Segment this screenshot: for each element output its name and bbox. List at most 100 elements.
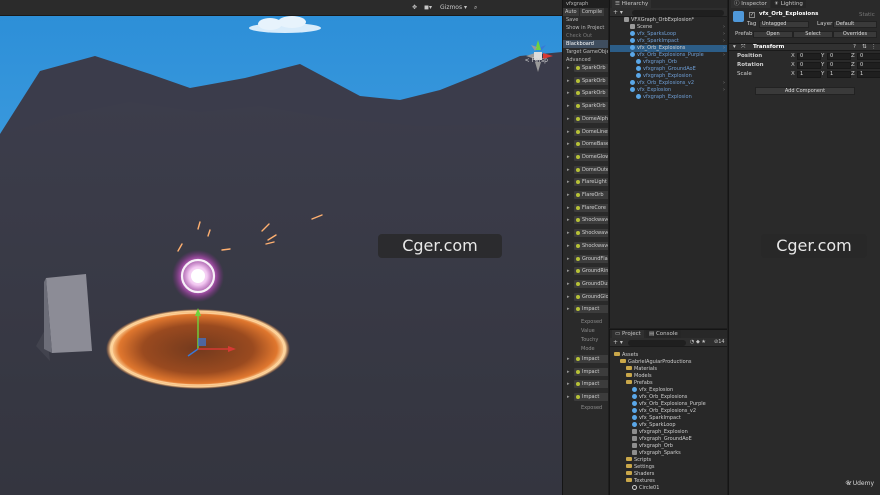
create-plus-icon[interactable]: + ▾ xyxy=(613,338,623,347)
expand-arrow-icon[interactable]: ▸ xyxy=(567,129,570,135)
hierarchy-row[interactable]: vfx_SparksLoop › xyxy=(610,31,727,38)
hierarchy-row[interactable]: vfxgraph_Orb xyxy=(610,59,727,66)
scene-view[interactable]: ✥ ◼▾ Gizmos ▾ ⌕ < Persp Cger.com xyxy=(0,0,562,495)
gizmos-dropdown-icon[interactable]: ▾ xyxy=(464,3,467,13)
hierarchy-search-input[interactable] xyxy=(632,10,724,16)
expand-arrow-icon[interactable]: ▸ xyxy=(567,217,570,223)
hierarchy-row[interactable]: vfx_Explosion › xyxy=(610,87,727,94)
tab-console[interactable]: ▤ Console xyxy=(646,330,681,338)
project-item[interactable]: vfxgraph_GroundAoE xyxy=(632,436,692,443)
tab-lighting[interactable]: ☀ Lighting xyxy=(771,0,806,8)
transform-header[interactable]: ▾ ⤧ Transform ? ⇅ ⋮ xyxy=(729,43,880,51)
hierarchy-row[interactable]: vfx_SparkImpact › xyxy=(610,38,727,45)
hidden-packages-badge[interactable]: ⊘14 xyxy=(714,338,725,347)
transform-x-field[interactable]: 0 xyxy=(797,53,821,60)
camera-icon[interactable]: ◼▾ xyxy=(424,3,432,13)
vfx-system-node[interactable]: ▸ Shockwave xyxy=(567,228,608,238)
project-search-input[interactable] xyxy=(628,340,686,346)
expand-arrow-icon[interactable]: ▸ xyxy=(567,294,570,300)
transform-z-field[interactable]: 0 xyxy=(857,62,880,69)
project-item[interactable]: vfx_SparkImpact xyxy=(632,415,681,422)
vfx-system-node[interactable]: ▸ Impact xyxy=(567,304,608,314)
vfx-system-node[interactable]: ▸ Impact xyxy=(567,392,608,402)
vfx-system-node[interactable]: ▸ DomeLines xyxy=(567,127,608,137)
presets-icon[interactable]: ⇅ xyxy=(862,43,867,51)
vfx-system-node[interactable]: ▸ SparkOrb xyxy=(567,101,608,111)
prefab-select-button[interactable]: Select xyxy=(793,31,833,38)
layer-dropdown[interactable]: Default xyxy=(833,21,877,28)
vfx-system-node[interactable]: ▸ DomeOuter xyxy=(567,165,608,175)
scene-search-icon[interactable]: ⌕ xyxy=(474,3,477,13)
tag-dropdown[interactable]: Untagged xyxy=(759,21,809,28)
expand-arrow-icon[interactable]: ▸ xyxy=(567,167,570,173)
hierarchy-row[interactable]: Scene › xyxy=(610,24,727,31)
prefab-overrides-button[interactable]: Overrides xyxy=(833,31,877,38)
vfx-system-node[interactable]: ▸ Shockwave xyxy=(567,215,608,225)
transform-x-field[interactable]: 1 xyxy=(797,71,821,78)
hierarchy-row[interactable]: vfx_Orb_Explosions_v2 › xyxy=(610,80,727,87)
chevron-right-icon[interactable]: › xyxy=(723,24,725,31)
project-item[interactable]: vfxgraph_Explosion xyxy=(632,429,688,436)
vfx-system-node[interactable]: ▸ DomeBase xyxy=(567,139,608,149)
vfx-system-node[interactable]: ▸ Impact xyxy=(567,379,608,389)
project-item[interactable]: Shaders xyxy=(626,471,654,478)
expand-arrow-icon[interactable]: ▸ xyxy=(567,356,570,362)
vfx-system-node[interactable]: ▸ FlareLight xyxy=(567,177,608,187)
add-component-button[interactable]: Add Component xyxy=(755,87,855,95)
chevron-right-icon[interactable]: › xyxy=(723,52,725,59)
expand-arrow-icon[interactable]: ▸ xyxy=(567,281,570,287)
chevron-right-icon[interactable]: › xyxy=(723,31,725,38)
expand-arrow-icon[interactable]: ▸ xyxy=(567,103,570,109)
hierarchy-row[interactable]: vfxgraph_Explosion xyxy=(610,94,727,101)
vfx-system-node[interactable]: ▸ FlareCore xyxy=(567,203,608,213)
vfx-system-node[interactable]: ▸ GroundFlare xyxy=(567,254,608,264)
transform-y-field[interactable]: 0 xyxy=(827,62,851,69)
chevron-right-icon[interactable]: › xyxy=(723,87,725,94)
auto-compile-toggle[interactable]: Auto xyxy=(563,8,579,16)
vfx-system-node[interactable]: ▸ SparkOrb xyxy=(567,88,608,98)
vfx-system-node[interactable]: ▸ DomeAlpha xyxy=(567,114,608,124)
prefab-open-button[interactable]: Open xyxy=(753,31,793,38)
chevron-right-icon[interactable]: › xyxy=(723,38,725,45)
vfx-system-node[interactable]: ▸ Shockwave xyxy=(567,241,608,251)
tab-hierarchy[interactable]: ☰ Hierarchy xyxy=(612,0,652,8)
transform-y-field[interactable]: 0 xyxy=(827,53,851,60)
compile-button[interactable]: Compile xyxy=(579,8,605,16)
expand-arrow-icon[interactable]: ▸ xyxy=(567,205,570,211)
expand-arrow-icon[interactable]: ▸ xyxy=(567,141,570,147)
hierarchy-row[interactable]: vfx_Orb_Explosions_Purple › xyxy=(610,52,727,59)
context-menu-item[interactable]: Show in Project xyxy=(563,24,608,32)
active-checkbox[interactable]: ✓ xyxy=(749,12,755,18)
hierarchy-row[interactable]: vfxgraph_Explosion xyxy=(610,73,727,80)
project-item[interactable]: vfxgraph_Sparks xyxy=(632,450,681,457)
context-menu-item[interactable]: Blackboard xyxy=(563,40,608,48)
context-menu-item[interactable]: Target GameObject xyxy=(563,48,608,56)
project-item[interactable]: Settings xyxy=(626,464,655,471)
context-menu-item[interactable]: Save xyxy=(563,16,608,24)
scene-settings-icon[interactable]: ✥ xyxy=(412,3,417,13)
transform-y-field[interactable]: 1 xyxy=(827,71,851,78)
hierarchy-row[interactable]: VFXGraph_OrbExplosion* xyxy=(610,17,727,24)
vfx-system-node[interactable]: ▸ GroundGlow xyxy=(567,292,608,302)
chevron-right-icon[interactable]: › xyxy=(723,80,725,87)
context-menu-item[interactable]: Check Out xyxy=(563,32,608,40)
project-item[interactable]: vfx_SparkLoop xyxy=(632,422,676,429)
vfx-system-node[interactable]: ▸ SparkOrb xyxy=(567,63,608,73)
object-name-field[interactable]: vfx_Orb_Explosions xyxy=(759,10,818,18)
vfx-system-node[interactable]: ▸ SparkOrb xyxy=(567,76,608,86)
project-item[interactable]: Prefabs xyxy=(626,380,653,387)
project-item[interactable]: Textures xyxy=(626,478,655,485)
expand-arrow-icon[interactable]: ▸ xyxy=(567,116,570,122)
hierarchy-row[interactable]: vfx_Orb_Explosions › xyxy=(610,45,727,52)
expand-arrow-icon[interactable]: ▸ xyxy=(567,154,570,160)
expand-arrow-icon[interactable]: ▸ xyxy=(567,268,570,274)
vfx-system-node[interactable]: ▸ FlareOrb xyxy=(567,190,608,200)
project-item[interactable]: vfx_Orb_Explosions xyxy=(632,394,687,401)
expand-arrow-icon[interactable]: ▸ xyxy=(567,179,570,185)
filter-icon[interactable]: ◔ ◆ ★ xyxy=(690,338,706,347)
expand-arrow-icon[interactable]: ▸ xyxy=(567,230,570,236)
expand-arrow-icon[interactable]: ▾ xyxy=(733,43,736,51)
transform-z-field[interactable]: 0 xyxy=(857,53,880,60)
expand-arrow-icon[interactable]: ▸ xyxy=(567,394,570,400)
project-item[interactable]: Materials xyxy=(626,366,657,373)
